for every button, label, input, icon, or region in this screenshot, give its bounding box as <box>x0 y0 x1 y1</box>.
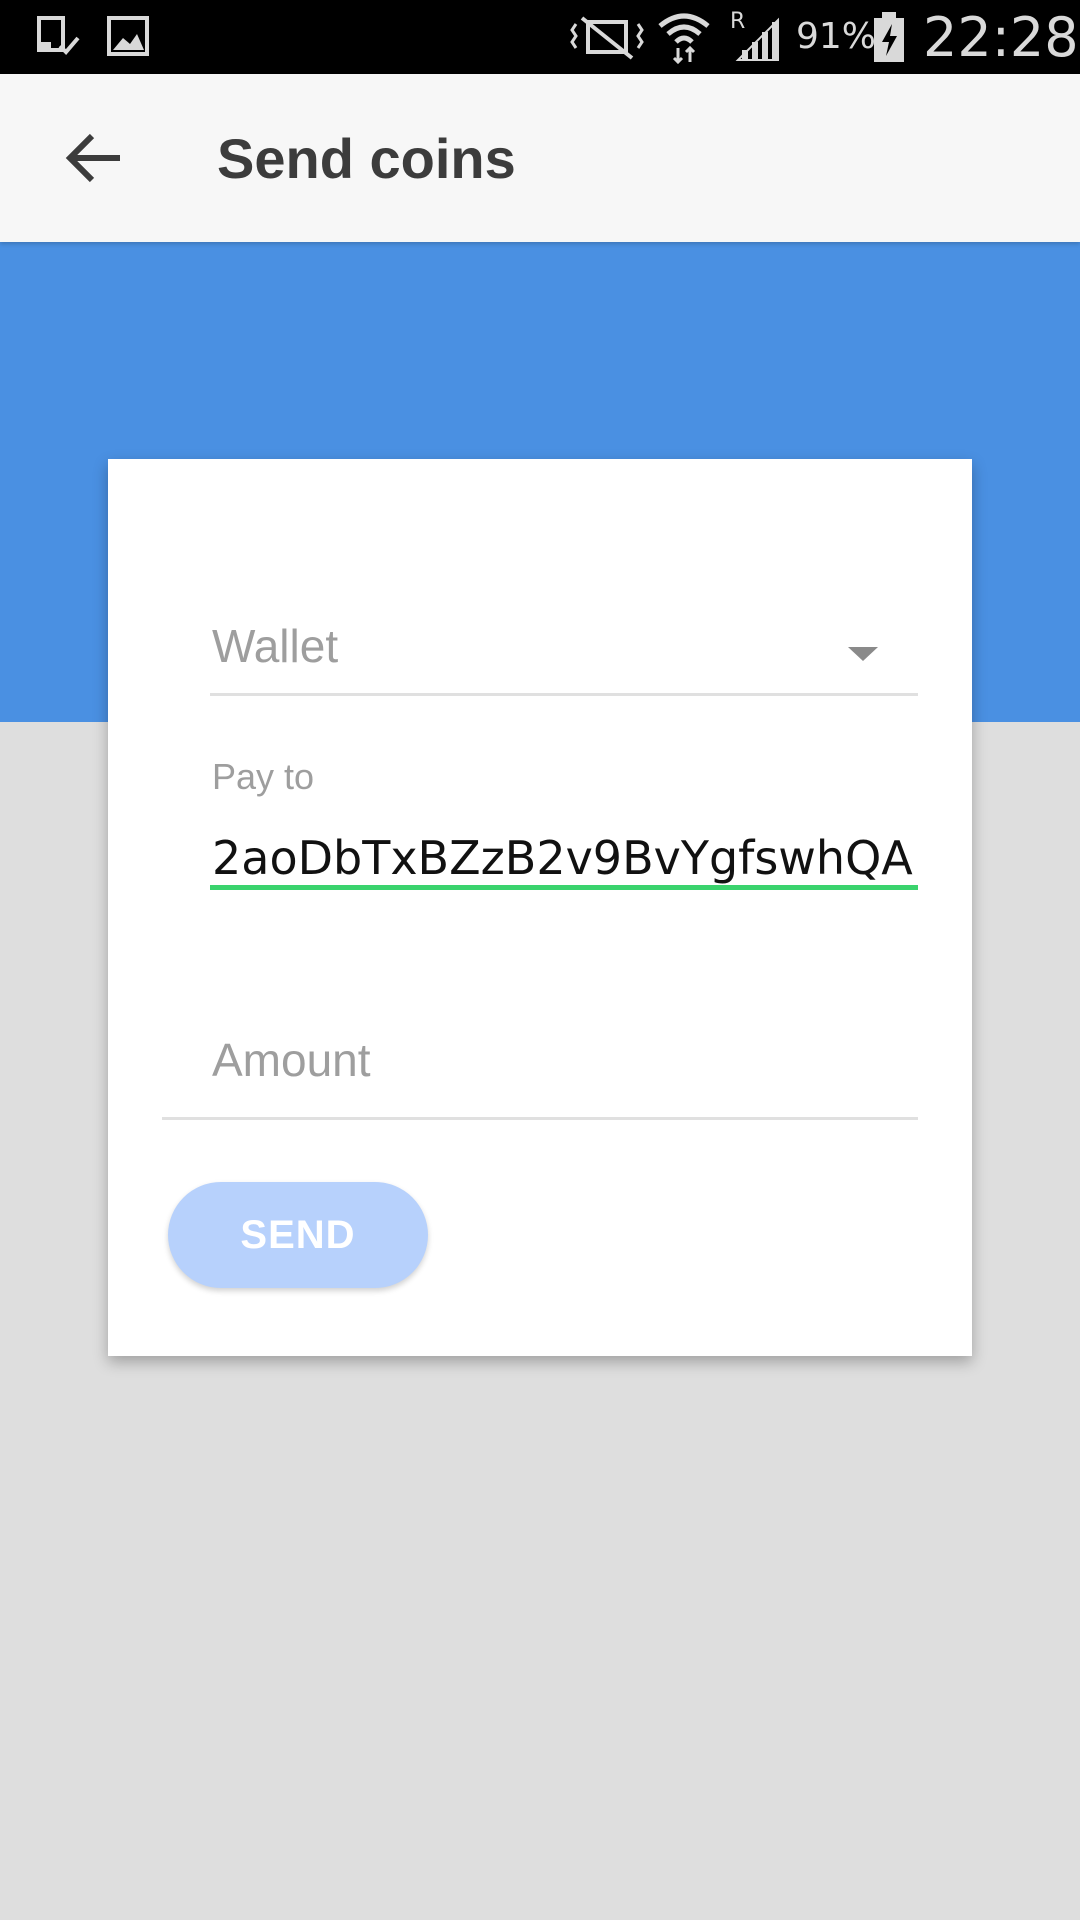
page-title: Send coins <box>217 127 516 190</box>
amount-placeholder: Amount <box>212 1034 371 1086</box>
send-button[interactable]: SEND <box>168 1182 428 1288</box>
battery-charging-icon <box>872 10 906 69</box>
amount-input[interactable]: Amount <box>162 1033 918 1120</box>
arrow-back-icon <box>65 133 120 183</box>
send-form-card: Wallet Pay to 2aoDbTxBZzB2v9BvYgfswhQA A… <box>108 459 972 1356</box>
image-icon <box>106 12 152 65</box>
dropdown-arrow-icon <box>846 645 880 668</box>
wifi-icon <box>656 8 712 69</box>
send-coins-screen: R 91% 22:28 Send coins Wallet Pay to 2ao… <box>0 0 1080 1920</box>
wallet-dropdown[interactable]: Wallet <box>210 619 918 696</box>
roaming-signal-icon: R <box>728 6 784 67</box>
download-complete-icon <box>36 12 82 65</box>
wallet-placeholder: Wallet <box>212 620 339 672</box>
roaming-indicator: R <box>730 9 745 34</box>
back-button[interactable] <box>56 124 136 192</box>
pay-to-label: Pay to <box>212 756 315 797</box>
app-bar: Send coins <box>0 74 1080 242</box>
status-clock: 22:28 <box>923 6 1079 69</box>
pay-to-value: 2aoDbTxBZzB2v9BvYgfswhQA <box>212 831 913 885</box>
vibrate-mute-icon <box>570 14 644 65</box>
pay-to-input[interactable]: 2aoDbTxBZzB2v9BvYgfswhQA <box>210 831 918 890</box>
battery-percent: 91% <box>796 16 877 57</box>
status-bar: R 91% 22:28 <box>0 0 1080 74</box>
